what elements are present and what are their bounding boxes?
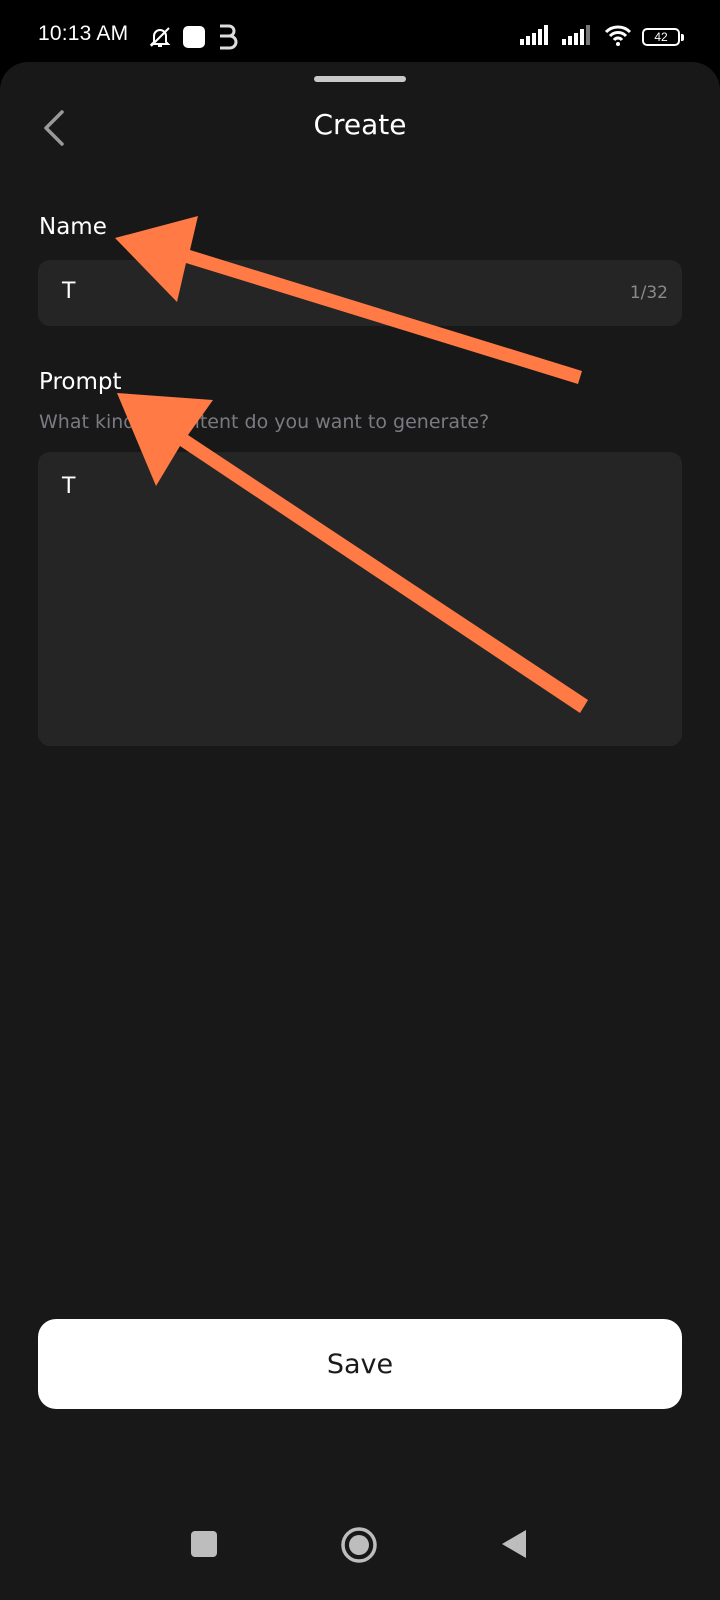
system-nav-bar bbox=[0, 1500, 720, 1600]
prompt-label: Prompt bbox=[39, 369, 122, 395]
status-right-icons: 42 bbox=[520, 24, 684, 50]
mute-notifications-icon bbox=[148, 25, 172, 53]
save-button[interactable]: Save bbox=[38, 1319, 682, 1409]
square-notification-icon bbox=[182, 25, 206, 53]
home-circle-icon[interactable] bbox=[340, 1526, 378, 1568]
name-label: Name bbox=[39, 214, 107, 240]
name-input-value: T bbox=[62, 279, 76, 304]
name-input[interactable]: T 1/32 bbox=[38, 260, 682, 326]
prompt-textarea-value: T bbox=[62, 474, 76, 499]
recents-square-icon[interactable] bbox=[190, 1530, 218, 1562]
b-app-icon bbox=[216, 24, 238, 54]
drag-handle[interactable] bbox=[314, 76, 406, 82]
prompt-hint: What kind of content do you want to gene… bbox=[39, 411, 490, 433]
wifi-icon bbox=[604, 24, 632, 50]
page-title: Create bbox=[313, 108, 407, 141]
screen: 10:13 AM 42 Create Name T 1/32 Prompt Wh… bbox=[0, 0, 720, 1600]
status-left-icons bbox=[148, 24, 238, 54]
name-char-counter: 1/32 bbox=[629, 283, 668, 303]
back-triangle-icon[interactable] bbox=[500, 1528, 528, 1564]
signal-icon bbox=[520, 25, 552, 49]
status-time: 10:13 AM bbox=[38, 22, 129, 45]
battery-icon: 42 bbox=[642, 28, 684, 46]
status-bar: 10:13 AM 42 bbox=[0, 0, 720, 60]
signal-icon bbox=[562, 25, 594, 49]
prompt-textarea[interactable]: T bbox=[38, 452, 682, 746]
